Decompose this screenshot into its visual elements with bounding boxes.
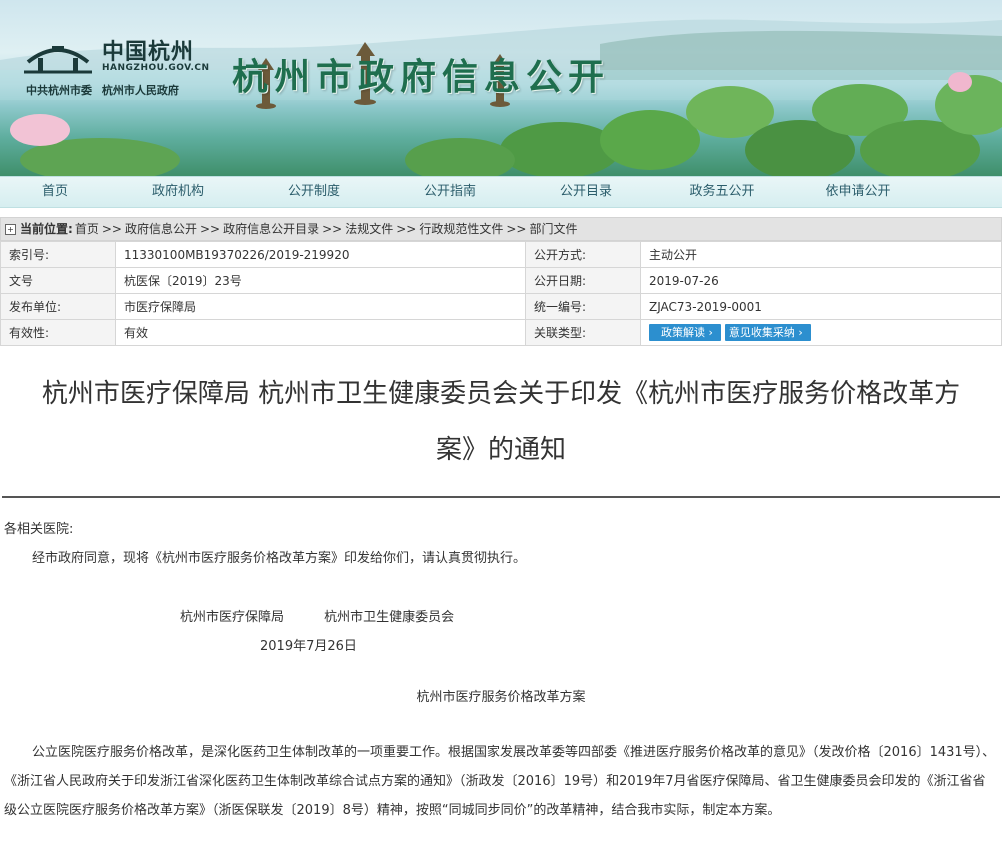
meta-label-doc-number: 文号 (1, 268, 116, 294)
nav-item-home[interactable]: 首页 (0, 177, 110, 207)
site-logo[interactable]: 中国杭州 HANGZHOU.GOV.CN 中共杭州市委 杭州市人民政府 (18, 30, 218, 100)
meta-value-publish-date: 2019-07-26 (641, 268, 1002, 294)
meta-value-disclosure-mode: 主动公开 (641, 242, 1002, 268)
nav-item-disclosure-guide[interactable]: 公开指南 (382, 177, 518, 207)
document-body: 各相关医院: 经市政府同意，现将《杭州市医疗服务价格改革方案》印发给你们，请认真… (0, 515, 1002, 825)
breadcrumb-item-home[interactable]: 首页 (75, 218, 99, 240)
signers: 杭州市医疗保障局 杭州市卫生健康委员会 (4, 603, 998, 632)
nav-item-request-disclosure[interactable]: 依申请公开 (790, 177, 926, 207)
breadcrumb-separator: >> (396, 218, 416, 240)
table-row: 发布单位: 市医疗保障局 统一编号: ZJAC73-2019-0001 (1, 294, 1002, 320)
meta-value-related-links: 政策解读 ›意见收集采纳 › (641, 320, 1002, 346)
banner-title: 杭州市政府信息公开 (232, 48, 610, 100)
title-divider (2, 496, 1000, 498)
main-nav: 首页 政府机构 公开制度 公开指南 公开目录 政务五公开 依申请公开 (0, 176, 1002, 208)
meta-value-issuer: 市医疗保障局 (116, 294, 526, 320)
breadcrumb: + 当前位置: 首页 >> 政府信息公开 >> 政府信息公开目录 >> 法规文件… (0, 217, 1002, 241)
sign-date: 2019年7月26日 (4, 632, 998, 661)
breadcrumb-item-catalog[interactable]: 政府信息公开目录 (223, 218, 319, 240)
breadcrumb-item-info-disclosure[interactable]: 政府信息公开 (125, 218, 197, 240)
chevron-right-icon: › (709, 326, 713, 339)
logo-org-government: 杭州市人民政府 (102, 84, 179, 97)
meta-label-index: 索引号: (1, 242, 116, 268)
document-title: 杭州市医疗保障局 杭州市卫生健康委员会关于印发《杭州市医疗服务价格改革方案》的通… (0, 346, 1002, 496)
breadcrumb-separator: >> (322, 218, 342, 240)
meta-value-unified-number: ZJAC73-2019-0001 (641, 294, 1002, 320)
logo-organizations: 中共杭州市委 杭州市人民政府 (26, 82, 179, 98)
meta-label-validity: 有效性: (1, 320, 116, 346)
meta-label-issuer: 发布单位: (1, 294, 116, 320)
table-row: 有效性: 有效 关联类型: 政策解读 ›意见收集采纳 › (1, 320, 1002, 346)
logo-org-party: 中共杭州市委 (26, 84, 92, 97)
feedback-adoption-label: 意见收集采纳 (729, 326, 795, 339)
nav-item-disclosure-catalog[interactable]: 公开目录 (518, 177, 654, 207)
body-paragraph: 公立医院医疗服务价格改革，是深化医药卫生体制改革的一项重要工作。根据国家发展改革… (4, 738, 998, 825)
breadcrumb-item-department-docs[interactable]: 部门文件 (529, 218, 577, 240)
nav-item-five-disclosures[interactable]: 政务五公开 (654, 177, 790, 207)
policy-interpretation-label: 政策解读 (661, 326, 705, 339)
breadcrumb-item-regulations[interactable]: 法规文件 (345, 218, 393, 240)
meta-label-unified-number: 统一编号: (526, 294, 641, 320)
header-banner: 中国杭州 HANGZHOU.GOV.CN 中共杭州市委 杭州市人民政府 杭州市政… (0, 0, 1002, 176)
plan-title: 杭州市医疗服务价格改革方案 (4, 683, 998, 712)
table-row: 索引号: 11330100MB19370226/2019-219920 公开方式… (1, 242, 1002, 268)
location-icon: + (5, 224, 16, 235)
meta-label-publish-date: 公开日期: (526, 268, 641, 294)
meta-value-index: 11330100MB19370226/2019-219920 (116, 242, 526, 268)
nav-item-agencies[interactable]: 政府机构 (110, 177, 246, 207)
salutation: 各相关医院: (4, 515, 998, 544)
meta-value-doc-number: 杭医保〔2019〕23号 (116, 268, 526, 294)
nav-item-disclosure-rules[interactable]: 公开制度 (246, 177, 382, 207)
policy-interpretation-button[interactable]: 政策解读 › (649, 324, 721, 341)
table-row: 文号 杭医保〔2019〕23号 公开日期: 2019-07-26 (1, 268, 1002, 294)
meta-label-related-type: 关联类型: (526, 320, 641, 346)
chevron-right-icon: › (798, 326, 802, 339)
document-metadata-table: 索引号: 11330100MB19370226/2019-219920 公开方式… (0, 241, 1002, 346)
signer-medical-security-bureau: 杭州市医疗保障局 (180, 610, 284, 625)
breadcrumb-separator: >> (506, 218, 526, 240)
breadcrumb-separator: >> (200, 218, 220, 240)
logo-domain: HANGZHOU.GOV.CN (102, 63, 210, 73)
logo-title: 中国杭州 (102, 34, 194, 66)
intro-paragraph: 经市政府同意，现将《杭州市医疗服务价格改革方案》印发给你们，请认真贯彻执行。 (4, 544, 998, 573)
breadcrumb-label: 当前位置: (20, 218, 73, 240)
hangzhou-emblem-icon (22, 32, 94, 76)
feedback-adoption-button[interactable]: 意见收集采纳 › (725, 324, 811, 341)
breadcrumb-item-normative-docs[interactable]: 行政规范性文件 (419, 218, 503, 240)
meta-value-validity: 有效 (116, 320, 526, 346)
meta-label-disclosure-mode: 公开方式: (526, 242, 641, 268)
breadcrumb-separator: >> (102, 218, 122, 240)
signer-health-commission: 杭州市卫生健康委员会 (324, 610, 454, 625)
